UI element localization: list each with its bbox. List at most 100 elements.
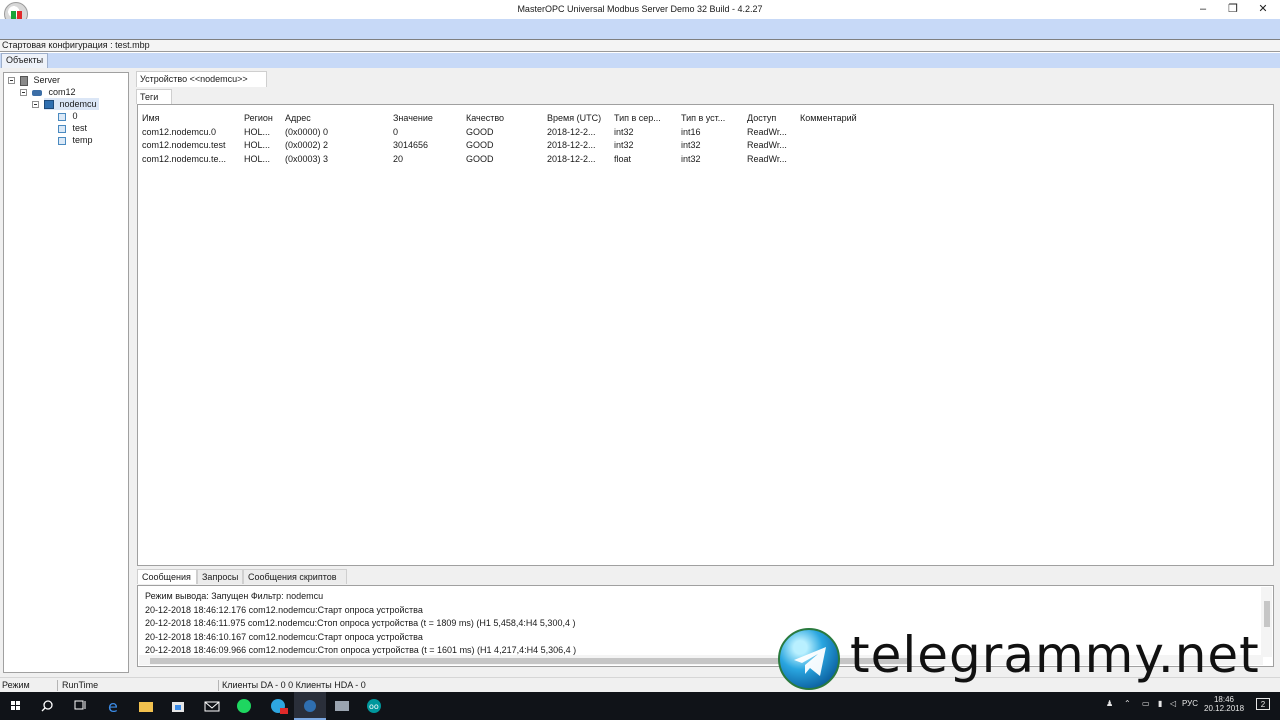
watermark: telegrammy.net xyxy=(778,626,1278,692)
edge-button[interactable]: e xyxy=(98,692,130,720)
column-header[interactable]: Значение xyxy=(393,112,459,124)
tray-volume-icon[interactable]: ◁ xyxy=(1170,699,1176,708)
tree-node-tag[interactable]: test xyxy=(58,122,87,134)
table-cell[interactable]: ReadWr... xyxy=(747,126,795,138)
arduino-button[interactable]: oo xyxy=(358,692,390,720)
spotify-button[interactable] xyxy=(228,692,260,720)
tree-expander-icon[interactable] xyxy=(20,89,27,96)
server-icon xyxy=(20,75,28,86)
telegram-icon xyxy=(271,699,288,714)
tab-tags[interactable]: Теги xyxy=(136,89,172,104)
table-cell[interactable]: (0x0000) 0 xyxy=(285,126,385,138)
column-header[interactable]: Регион xyxy=(244,112,280,124)
tree-expander-icon[interactable] xyxy=(32,101,39,108)
tray-chevron-up-icon[interactable]: ⌃ xyxy=(1124,699,1131,708)
tree-node-tag[interactable]: 0 xyxy=(58,110,78,122)
table-cell[interactable]: GOOD xyxy=(466,126,538,138)
table-cell[interactable]: ReadWr... xyxy=(747,153,795,165)
table-cell[interactable]: float xyxy=(614,153,674,165)
tab-device[interactable]: Устройство <<nodemcu>> xyxy=(136,71,267,87)
masteropc-icon xyxy=(304,700,316,712)
status-mode: Режим xyxy=(2,680,30,690)
column-header[interactable]: Качество xyxy=(466,112,538,124)
minimize-button[interactable]: – xyxy=(1188,0,1218,19)
tray-battery-icon[interactable]: ▮ xyxy=(1158,699,1162,708)
tray-network-icon[interactable]: ▭ xyxy=(1142,699,1150,708)
config-bar: Стартовая конфигурация : test.mbp xyxy=(0,39,1280,52)
table-cell[interactable]: 3014656 xyxy=(393,139,459,151)
column-header[interactable]: Доступ xyxy=(747,112,795,124)
table-cell[interactable]: HOL... xyxy=(244,139,280,151)
column-header[interactable]: Имя xyxy=(142,112,238,124)
telegram-logo-icon xyxy=(778,628,840,690)
table-cell[interactable]: 2018-12-2... xyxy=(547,126,609,138)
close-button[interactable]: ✕ xyxy=(1248,0,1278,19)
tree-node-tag[interactable]: temp xyxy=(58,134,93,146)
column-header[interactable]: Адрес xyxy=(285,112,385,124)
column-header[interactable]: Тип в сер... xyxy=(614,112,674,124)
search-button[interactable] xyxy=(32,692,64,720)
table-cell[interactable]: (0x0003) 3 xyxy=(285,153,385,165)
tray-people-icon[interactable]: ♟ xyxy=(1106,699,1113,708)
table-cell[interactable]: 2018-12-2... xyxy=(547,153,609,165)
tags-table: Имя Регион Адрес Значение Качество Время… xyxy=(137,104,1274,566)
title-bar: MasterOPC Universal Modbus Server Demo 3… xyxy=(0,0,1280,26)
tray-language[interactable]: РУС xyxy=(1182,699,1198,708)
tab-objects[interactable]: Объекты xyxy=(1,53,48,68)
status-clients: Клиенты DA - 0 0 Клиенты HDA - 0 xyxy=(222,680,366,690)
task-view-button[interactable] xyxy=(64,692,96,720)
table-cell[interactable]: 2018-12-2... xyxy=(547,139,609,151)
table-cell[interactable]: GOOD xyxy=(466,139,538,151)
tree-node-com12[interactable]: com12 xyxy=(32,86,76,98)
svg-text:e: e xyxy=(108,697,118,716)
tree-node-nodemcu[interactable]: nodemcu xyxy=(44,98,99,110)
status-runtime: RunTime xyxy=(62,680,99,690)
mail-button[interactable] xyxy=(196,692,228,720)
table-cell[interactable]: 0 xyxy=(393,126,459,138)
windows-logo-icon xyxy=(11,701,20,710)
table-cell[interactable]: com12.nodemcu.test xyxy=(142,139,238,151)
column-header[interactable]: Комментарий xyxy=(800,112,900,124)
window-icon xyxy=(335,701,349,711)
maximize-button[interactable]: ❐ xyxy=(1218,0,1248,19)
store-button[interactable] xyxy=(162,692,194,720)
table-cell[interactable]: 20 xyxy=(393,153,459,165)
telegram-button[interactable] xyxy=(262,692,294,720)
search-icon xyxy=(41,700,53,712)
table-cell[interactable]: GOOD xyxy=(466,153,538,165)
log-line: 20-12-2018 18:46:11.975 com12.nodemcu:Ст… xyxy=(145,618,576,628)
clock-time: 18:46 xyxy=(1213,695,1235,704)
table-cell[interactable]: com12.nodemcu.te... xyxy=(142,153,238,165)
watermark-text: telegrammy.net xyxy=(850,626,1260,684)
table-cell[interactable]: (0x0002) 2 xyxy=(285,139,385,151)
column-header[interactable]: Время (UTC) xyxy=(547,112,609,124)
table-cell[interactable]: ReadWr... xyxy=(747,139,795,151)
tag-icon xyxy=(58,112,66,121)
tab-requests[interactable]: Запросы xyxy=(197,569,243,584)
status-divider xyxy=(218,680,219,691)
table-cell[interactable]: HOL... xyxy=(244,126,280,138)
tray-clock[interactable]: 18:46 20.12.2018 xyxy=(1204,695,1244,713)
explorer-button[interactable] xyxy=(130,692,162,720)
tree-node-server[interactable]: Server xyxy=(20,74,60,86)
log-vertical-scroll-thumb[interactable] xyxy=(1264,601,1270,627)
tab-script-messages[interactable]: Сообщения скриптов xyxy=(243,569,347,584)
objects-tab-strip xyxy=(0,53,1280,68)
table-cell[interactable]: int32 xyxy=(681,153,741,165)
taskbar: e oo ♟ ⌃ ▭ ▮ ◁ РУС 18:46 20.12.2018 2 xyxy=(0,692,1280,720)
app-button[interactable] xyxy=(326,692,358,720)
tree-expander-icon[interactable] xyxy=(8,77,15,84)
tab-messages[interactable]: Сообщения xyxy=(137,569,197,584)
table-cell[interactable]: int32 xyxy=(614,126,674,138)
table-cell[interactable]: int16 xyxy=(681,126,741,138)
status-divider xyxy=(57,680,58,691)
table-cell[interactable]: HOL... xyxy=(244,153,280,165)
masteropc-button[interactable] xyxy=(294,692,326,720)
table-cell[interactable]: int32 xyxy=(681,139,741,151)
table-cell[interactable]: int32 xyxy=(614,139,674,151)
notification-center-icon[interactable]: 2 xyxy=(1256,698,1270,710)
table-cell[interactable]: com12.nodemcu.0 xyxy=(142,126,238,138)
tag-icon xyxy=(58,124,66,133)
column-header[interactable]: Тип в уст... xyxy=(681,112,741,124)
start-button[interactable] xyxy=(0,692,32,720)
